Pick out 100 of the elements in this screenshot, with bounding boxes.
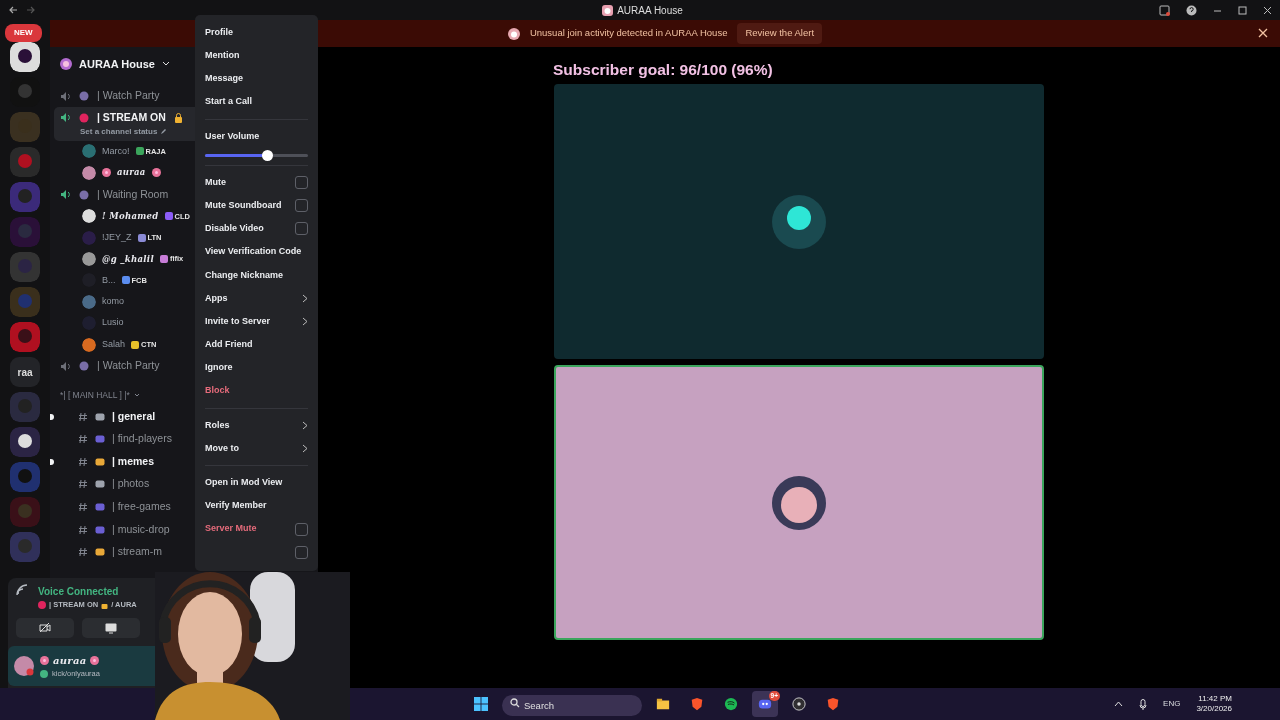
camera-off-button[interactable] (16, 618, 74, 639)
menu-item[interactable]: Block (205, 379, 308, 403)
menu-item[interactable]: Add Friend (205, 333, 308, 357)
channel-emoji-icon (95, 524, 105, 535)
server-icon[interactable]: raa (10, 357, 40, 387)
chevron-up-icon[interactable] (1114, 701, 1124, 707)
slider-handle[interactable] (261, 149, 273, 161)
channel-name: | stream-m (112, 544, 162, 560)
chevron-right-icon (302, 317, 308, 327)
menu-item[interactable]: Change Nickname (205, 263, 308, 287)
menu-label: User Volume (205, 129, 261, 143)
window-title: AURAA House (617, 3, 683, 18)
avatar (82, 230, 96, 245)
search-field[interactable]: Search (502, 695, 642, 716)
channel-emoji-icon (79, 361, 89, 372)
menu-item[interactable]: Apps (205, 286, 308, 311)
category-name[interactable]: *| [ MAIN HALL ] |* (60, 388, 130, 402)
hash-icon (78, 524, 88, 535)
menu-item[interactable]: View Verification Code (205, 240, 308, 264)
channel-emoji-icon (79, 91, 89, 101)
screen-share-button[interactable] (82, 618, 140, 639)
maximize-icon[interactable] (1238, 5, 1247, 15)
user-avatar[interactable] (14, 656, 34, 676)
review-alert-button[interactable]: Review the Alert (737, 23, 823, 44)
channel-status: Set a channel status (80, 125, 158, 138)
clock-time[interactable]: 11:42 PM (1196, 693, 1232, 704)
inbox-icon[interactable] (1159, 4, 1170, 16)
member-name: auraa (117, 166, 146, 180)
channel-emoji-icon (95, 547, 105, 558)
checkbox[interactable] (295, 176, 308, 190)
avatar (82, 165, 96, 180)
channel-emoji-icon (95, 479, 105, 490)
alert-icon (507, 27, 520, 40)
channel-emoji-icon (95, 456, 105, 467)
channel-emoji-icon (95, 501, 105, 512)
menu-item[interactable]: Disable Video (205, 217, 308, 241)
server-icon (60, 58, 72, 70)
channel-name: | Waiting Room (97, 186, 169, 202)
forward-arrow-icon[interactable] (26, 5, 36, 15)
close-icon[interactable] (1258, 28, 1268, 38)
menu-item[interactable]: Profile (205, 21, 308, 45)
avatar (771, 193, 827, 250)
channel-emoji-icon (79, 189, 89, 200)
avatar (82, 337, 96, 352)
music-app-icon (724, 696, 738, 712)
checkbox[interactable] (295, 545, 308, 559)
checkbox[interactable] (295, 199, 308, 213)
subscriber-goal: Subscriber goal: 96/100 (96%) (553, 61, 774, 79)
menu-item[interactable]: Mute (205, 170, 308, 195)
hash-icon (78, 547, 88, 558)
server-icon[interactable] (10, 42, 40, 72)
channel-name: | Watch Party (97, 358, 160, 374)
back-arrow-icon[interactable] (8, 5, 18, 15)
server-icon (602, 4, 614, 16)
menu-item[interactable]: Ignore (205, 356, 308, 380)
channel-emoji-icon (95, 434, 105, 445)
channel-name: | STREAM ON (97, 110, 166, 125)
text-channel[interactable]: | stream-m (54, 540, 314, 564)
server-icon[interactable] (10, 427, 40, 457)
hash-icon (78, 501, 88, 512)
menu-item[interactable]: Roles (205, 413, 308, 437)
hash-icon (78, 479, 88, 490)
recorder-icon (792, 696, 806, 712)
channel-emoji-icon (95, 411, 105, 422)
clock-date[interactable]: 3/20/2026 (1196, 704, 1232, 715)
member-name: Lusio (102, 316, 124, 330)
microphone-icon[interactable] (1139, 698, 1148, 710)
video-tile[interactable] (554, 84, 1044, 360)
chevron-right-icon (302, 420, 308, 430)
member-name: B... (102, 273, 116, 287)
menu-item[interactable]: Open in Mod View (205, 471, 308, 495)
hash-icon (78, 434, 88, 445)
member-name: @g _khalil (102, 252, 154, 266)
screen-share-icon (105, 622, 117, 634)
menu-item[interactable]: Invite to Server (205, 310, 308, 334)
checkbox[interactable] (295, 522, 308, 536)
voice-status: Voice Connected (38, 585, 120, 599)
help-icon[interactable] (1186, 4, 1197, 16)
video-tile[interactable] (554, 365, 1044, 641)
menu-item[interactable]: Mention (205, 44, 308, 68)
member-name: Marco! (102, 144, 130, 158)
checkbox[interactable] (295, 222, 308, 236)
member-name: !JEY_Z (102, 230, 132, 244)
close-icon[interactable] (1263, 5, 1272, 15)
menu-item[interactable]: Mute Soundboard (205, 194, 308, 218)
signal-icon[interactable] (16, 584, 30, 596)
channel-emoji-icon (79, 112, 89, 123)
menu-item[interactable]: Server Mute (205, 517, 308, 541)
channel-name: | find-players (112, 431, 172, 447)
windows-icon (474, 696, 488, 712)
menu-item[interactable]: Message (205, 67, 308, 91)
language-indicator[interactable]: ENG (1163, 698, 1181, 710)
member-name: Salah (102, 337, 126, 351)
server-name[interactable]: AURAA House (79, 55, 155, 73)
chevron-right-icon (302, 293, 308, 303)
menu-item[interactable]: Verify Member (205, 494, 308, 518)
hash-icon (78, 411, 88, 422)
avatar (771, 474, 827, 531)
flower-icon (90, 655, 100, 665)
channel-emoji-icon (38, 600, 46, 609)
